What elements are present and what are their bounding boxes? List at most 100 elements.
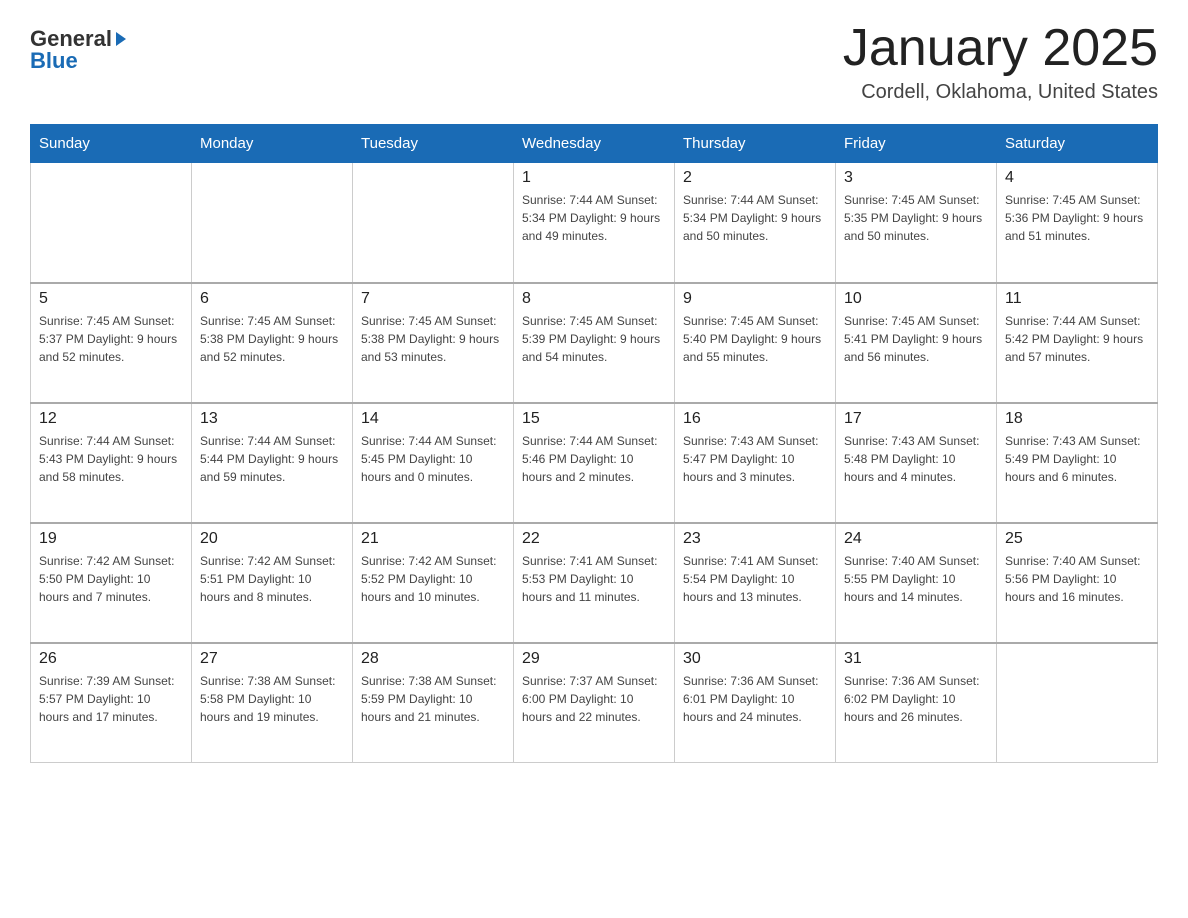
day-info: Sunrise: 7:39 AM Sunset: 5:57 PM Dayligh… xyxy=(39,672,183,726)
calendar-cell: 17 Sunrise: 7:43 AM Sunset: 5:48 PM Dayli… xyxy=(836,403,997,523)
day-info: Sunrise: 7:45 AM Sunset: 5:39 PM Dayligh… xyxy=(522,312,666,366)
calendar-cell: 2 Sunrise: 7:44 AM Sunset: 5:34 PM Daylig… xyxy=(675,163,836,283)
calendar-cell: 9 Sunrise: 7:45 AM Sunset: 5:40 PM Daylig… xyxy=(675,283,836,403)
day-info: Sunrise: 7:45 AM Sunset: 5:36 PM Dayligh… xyxy=(1005,191,1149,245)
title-block: January 2025 Cordell, Oklahoma, United S… xyxy=(843,20,1158,104)
day-number: 6 xyxy=(200,290,344,308)
day-info: Sunrise: 7:45 AM Sunset: 5:40 PM Dayligh… xyxy=(683,312,827,366)
day-number: 14 xyxy=(361,410,505,428)
day-number: 4 xyxy=(1005,169,1149,187)
day-info: Sunrise: 7:43 AM Sunset: 5:48 PM Dayligh… xyxy=(844,432,988,486)
day-info: Sunrise: 7:42 AM Sunset: 5:50 PM Dayligh… xyxy=(39,552,183,606)
page-header: General Blue January 2025 Cordell, Oklah… xyxy=(30,20,1158,104)
day-info: Sunrise: 7:44 AM Sunset: 5:46 PM Dayligh… xyxy=(522,432,666,486)
day-number: 12 xyxy=(39,410,183,428)
calendar-table: SundayMondayTuesdayWednesdayThursdayFrid… xyxy=(30,124,1158,763)
col-header-sunday: Sunday xyxy=(31,125,192,163)
day-number: 25 xyxy=(1005,530,1149,548)
calendar-cell: 8Sunrise: 7:45 AM Sunset: 5:39 PM Daylig… xyxy=(514,283,675,403)
calendar-week-row: 26 Sunrise: 7:39 AM Sunset: 5:57 PM Dayli… xyxy=(31,643,1158,763)
calendar-cell: 22 Sunrise: 7:41 AM Sunset: 5:53 PM Dayli… xyxy=(514,523,675,643)
day-number: 26 xyxy=(39,650,183,668)
day-number: 3 xyxy=(844,169,988,187)
calendar-cell: 13 Sunrise: 7:44 AM Sunset: 5:44 PM Dayli… xyxy=(192,403,353,523)
calendar-cell: 4 Sunrise: 7:45 AM Sunset: 5:36 PM Daylig… xyxy=(997,163,1158,283)
calendar-cell: 30Sunrise: 7:36 AM Sunset: 6:01 PM Dayli… xyxy=(675,643,836,763)
calendar-cell: 19 Sunrise: 7:42 AM Sunset: 5:50 PM Dayli… xyxy=(31,523,192,643)
calendar-cell: 27 Sunrise: 7:38 AM Sunset: 5:58 PM Dayli… xyxy=(192,643,353,763)
day-info: Sunrise: 7:45 AM Sunset: 5:35 PM Dayligh… xyxy=(844,191,988,245)
calendar-cell xyxy=(31,163,192,283)
day-number: 13 xyxy=(200,410,344,428)
calendar-cell: 24 Sunrise: 7:40 AM Sunset: 5:55 PM Dayli… xyxy=(836,523,997,643)
calendar-cell: 28Sunrise: 7:38 AM Sunset: 5:59 PM Dayli… xyxy=(353,643,514,763)
day-info: Sunrise: 7:45 AM Sunset: 5:41 PM Dayligh… xyxy=(844,312,988,366)
calendar-cell: 26 Sunrise: 7:39 AM Sunset: 5:57 PM Dayli… xyxy=(31,643,192,763)
day-number: 15 xyxy=(522,410,666,428)
day-info: Sunrise: 7:42 AM Sunset: 5:52 PM Dayligh… xyxy=(361,552,505,606)
calendar-cell: 1Sunrise: 7:44 AM Sunset: 5:34 PM Daylig… xyxy=(514,163,675,283)
calendar-cell: 21 Sunrise: 7:42 AM Sunset: 5:52 PM Dayli… xyxy=(353,523,514,643)
day-info: Sunrise: 7:38 AM Sunset: 5:59 PM Dayligh… xyxy=(361,672,505,726)
day-info: Sunrise: 7:44 AM Sunset: 5:45 PM Dayligh… xyxy=(361,432,505,486)
day-number: 27 xyxy=(200,650,344,668)
calendar-cell: 29Sunrise: 7:37 AM Sunset: 6:00 PM Dayli… xyxy=(514,643,675,763)
day-info: Sunrise: 7:44 AM Sunset: 5:43 PM Dayligh… xyxy=(39,432,183,486)
day-info: Sunrise: 7:36 AM Sunset: 6:02 PM Dayligh… xyxy=(844,672,988,726)
calendar-cell: 23Sunrise: 7:41 AM Sunset: 5:54 PM Dayli… xyxy=(675,523,836,643)
day-number: 7 xyxy=(361,290,505,308)
day-number: 21 xyxy=(361,530,505,548)
day-info: Sunrise: 7:44 AM Sunset: 5:34 PM Dayligh… xyxy=(522,191,666,245)
logo-general-text: General xyxy=(30,28,112,50)
day-number: 24 xyxy=(844,530,988,548)
calendar-cell: 7 Sunrise: 7:45 AM Sunset: 5:38 PM Daylig… xyxy=(353,283,514,403)
calendar-cell: 6Sunrise: 7:45 AM Sunset: 5:38 PM Daylig… xyxy=(192,283,353,403)
calendar-week-row: 5Sunrise: 7:45 AM Sunset: 5:37 PM Daylig… xyxy=(31,283,1158,403)
day-info: Sunrise: 7:43 AM Sunset: 5:47 PM Dayligh… xyxy=(683,432,827,486)
col-header-friday: Friday xyxy=(836,125,997,163)
calendar-cell: 15 Sunrise: 7:44 AM Sunset: 5:46 PM Dayli… xyxy=(514,403,675,523)
day-info: Sunrise: 7:45 AM Sunset: 5:38 PM Dayligh… xyxy=(361,312,505,366)
calendar-cell xyxy=(997,643,1158,763)
day-number: 16 xyxy=(683,410,827,428)
day-number: 29 xyxy=(522,650,666,668)
calendar-cell: 3 Sunrise: 7:45 AM Sunset: 5:35 PM Daylig… xyxy=(836,163,997,283)
day-info: Sunrise: 7:40 AM Sunset: 5:55 PM Dayligh… xyxy=(844,552,988,606)
col-header-tuesday: Tuesday xyxy=(353,125,514,163)
calendar-cell: 20Sunrise: 7:42 AM Sunset: 5:51 PM Dayli… xyxy=(192,523,353,643)
day-info: Sunrise: 7:44 AM Sunset: 5:42 PM Dayligh… xyxy=(1005,312,1149,366)
logo: General Blue xyxy=(30,20,126,72)
day-number: 5 xyxy=(39,290,183,308)
day-info: Sunrise: 7:38 AM Sunset: 5:58 PM Dayligh… xyxy=(200,672,344,726)
day-number: 11 xyxy=(1005,290,1149,308)
calendar-cell: 10Sunrise: 7:45 AM Sunset: 5:41 PM Dayli… xyxy=(836,283,997,403)
calendar-cell: 14 Sunrise: 7:44 AM Sunset: 5:45 PM Dayli… xyxy=(353,403,514,523)
day-info: Sunrise: 7:43 AM Sunset: 5:49 PM Dayligh… xyxy=(1005,432,1149,486)
day-number: 9 xyxy=(683,290,827,308)
day-info: Sunrise: 7:44 AM Sunset: 5:34 PM Dayligh… xyxy=(683,191,827,245)
day-number: 17 xyxy=(844,410,988,428)
day-number: 19 xyxy=(39,530,183,548)
calendar-week-row: 1Sunrise: 7:44 AM Sunset: 5:34 PM Daylig… xyxy=(31,163,1158,283)
day-info: Sunrise: 7:44 AM Sunset: 5:44 PM Dayligh… xyxy=(200,432,344,486)
day-info: Sunrise: 7:41 AM Sunset: 5:53 PM Dayligh… xyxy=(522,552,666,606)
day-number: 18 xyxy=(1005,410,1149,428)
col-header-wednesday: Wednesday xyxy=(514,125,675,163)
col-header-monday: Monday xyxy=(192,125,353,163)
calendar-subtitle: Cordell, Oklahoma, United States xyxy=(843,81,1158,104)
day-info: Sunrise: 7:36 AM Sunset: 6:01 PM Dayligh… xyxy=(683,672,827,726)
day-number: 2 xyxy=(683,169,827,187)
calendar-week-row: 12 Sunrise: 7:44 AM Sunset: 5:43 PM Dayli… xyxy=(31,403,1158,523)
logo-blue-text: Blue xyxy=(30,50,78,72)
calendar-week-row: 19 Sunrise: 7:42 AM Sunset: 5:50 PM Dayli… xyxy=(31,523,1158,643)
calendar-cell: 18 Sunrise: 7:43 AM Sunset: 5:49 PM Dayli… xyxy=(997,403,1158,523)
calendar-cell: 5Sunrise: 7:45 AM Sunset: 5:37 PM Daylig… xyxy=(31,283,192,403)
calendar-cell: 12 Sunrise: 7:44 AM Sunset: 5:43 PM Dayli… xyxy=(31,403,192,523)
col-header-thursday: Thursday xyxy=(675,125,836,163)
col-header-saturday: Saturday xyxy=(997,125,1158,163)
day-number: 22 xyxy=(522,530,666,548)
calendar-cell: 16 Sunrise: 7:43 AM Sunset: 5:47 PM Dayli… xyxy=(675,403,836,523)
calendar-cell xyxy=(192,163,353,283)
day-number: 23 xyxy=(683,530,827,548)
day-number: 31 xyxy=(844,650,988,668)
